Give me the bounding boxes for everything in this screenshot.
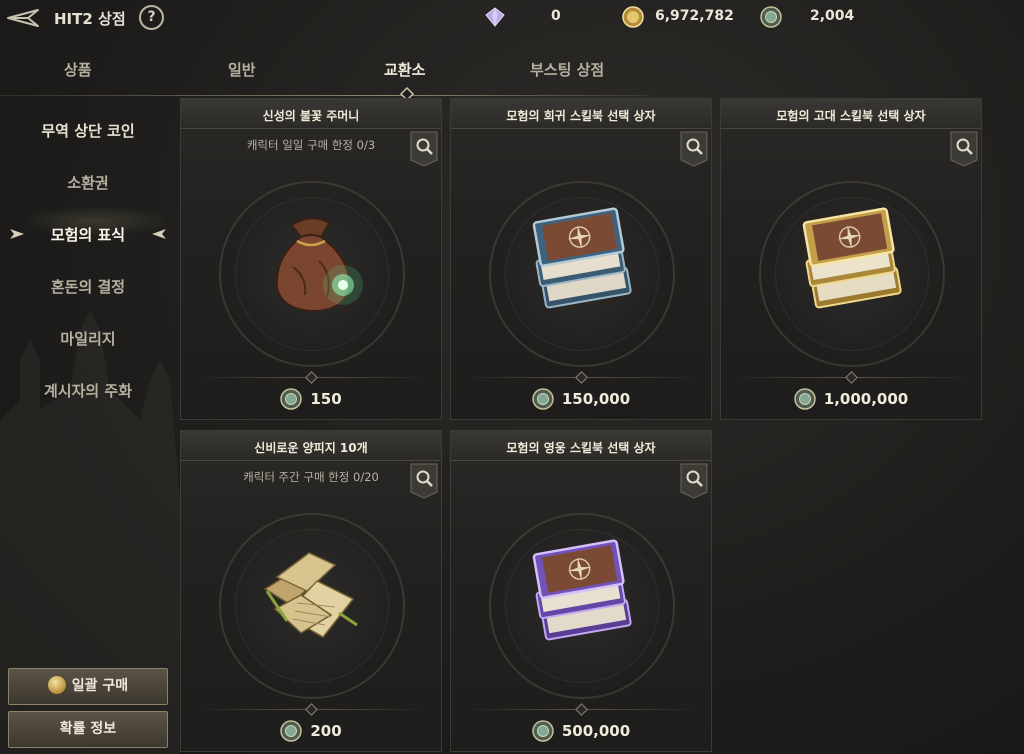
price-row: 150,000 xyxy=(451,388,711,412)
gold-coin-icon xyxy=(47,675,66,694)
price-row: 500,000 xyxy=(451,720,711,744)
product-card[interactable]: 모험의 영웅 스킬북 선택 상자 500,000 xyxy=(450,430,712,752)
back-arrow-icon[interactable] xyxy=(6,6,40,30)
pouch-icon xyxy=(275,217,363,313)
magnifier-icon[interactable] xyxy=(680,131,708,167)
probability-info-button[interactable]: 확률 정보 xyxy=(8,711,168,748)
category-sidebar: 무역 상단 코인 소환권 모험의 표식 혼돈의 결정 마일리지 계시자의 주화 xyxy=(0,96,176,754)
page-title: HIT2 상점 xyxy=(54,10,126,28)
top-bar: HIT2 상점 ? 0 6,972,782 2,004 xyxy=(0,0,1024,36)
sidebar-item-label: 모험의 표식 xyxy=(50,226,126,244)
sidebar-item-chaos-crystal[interactable]: 혼돈의 결정 xyxy=(0,276,176,297)
bulk-buy-label: 일괄 구매 xyxy=(71,678,129,694)
card-header: 모험의 희귀 스킬북 선택 상자 xyxy=(451,99,711,129)
magnifier-icon[interactable] xyxy=(950,131,978,167)
sidebar-item-trade-coin[interactable]: 무역 상단 코인 xyxy=(0,120,176,141)
product-title: 모험의 영웅 스킬북 선택 상자 xyxy=(506,441,656,455)
card-header: 신성의 불꽃 주머니 xyxy=(181,99,441,129)
divider-diamond xyxy=(305,371,318,384)
tab-general[interactable]: 일반 xyxy=(228,59,256,80)
product-title: 모험의 고대 스킬북 선택 상자 xyxy=(776,109,926,123)
arrow-left-icon xyxy=(152,229,166,239)
product-card[interactable]: 모험의 희귀 스킬북 선택 상자 150,000 xyxy=(450,98,712,420)
arrow-right-icon xyxy=(10,229,24,239)
tab-products[interactable]: 상품 xyxy=(64,59,92,80)
card-header: 모험의 영웅 스킬북 선택 상자 xyxy=(451,431,711,461)
exchange-coin-icon xyxy=(760,6,782,28)
help-button[interactable]: ? xyxy=(139,5,164,30)
divider-diamond xyxy=(845,371,858,384)
diamond-amount: 0 xyxy=(551,8,561,24)
gold-skillbook-icon xyxy=(802,207,902,309)
purchase-limit: 캐릭터 일일 구매 한정 0/3 xyxy=(246,138,376,152)
sidebar-item-revealer-coin[interactable]: 계시자의 주화 xyxy=(0,380,176,401)
sidebar-item-summon-ticket[interactable]: 소환권 xyxy=(0,172,176,193)
product-card[interactable]: 모험의 고대 스킬북 선택 상자 1,000,000 xyxy=(720,98,982,420)
magnifier-icon[interactable] xyxy=(410,131,438,167)
product-card[interactable]: 신성의 불꽃 주머니 캐릭터 일일 구매 한정 0/3 150 xyxy=(180,98,442,420)
price-value: 500,000 xyxy=(561,722,631,740)
shop-tabs: 상품 일반 교환소 부스팅 상점 xyxy=(0,52,650,102)
sidebar-item-adventure-mark[interactable]: 모험의 표식 xyxy=(0,224,176,245)
price-value: 150 xyxy=(310,390,342,408)
exchange-coin-icon xyxy=(280,720,303,742)
price-value: 150,000 xyxy=(561,390,631,408)
bulk-buy-button[interactable]: 일괄 구매 xyxy=(8,668,168,705)
tab-boosting-shop[interactable]: 부스팅 상점 xyxy=(530,59,604,80)
sidebar-item-mileage[interactable]: 마일리지 xyxy=(0,328,176,349)
parchment-icon xyxy=(263,552,358,638)
magnifier-icon[interactable] xyxy=(680,463,708,499)
exchange-coin-icon xyxy=(794,388,816,410)
card-header: 모험의 고대 스킬북 선택 상자 xyxy=(721,99,981,129)
magnifier-icon[interactable] xyxy=(410,463,438,499)
exchange-coin-icon xyxy=(280,388,303,410)
divider-diamond xyxy=(575,703,588,716)
purchase-limit: 캐릭터 주간 구매 한정 0/20 xyxy=(243,470,379,484)
card-header: 신비로운 양피지 10개 xyxy=(181,431,441,461)
price-value: 1,000,000 xyxy=(823,390,909,408)
product-title: 신비로운 양피지 10개 xyxy=(254,441,368,455)
blue-skillbook-icon xyxy=(532,207,632,309)
exchange-coin-amount: 2,004 xyxy=(810,8,855,24)
exchange-coin-icon xyxy=(532,720,554,742)
gold-amount: 6,972,782 xyxy=(655,8,734,24)
price-row: 1,000,000 xyxy=(721,388,981,412)
divider-diamond xyxy=(575,371,588,384)
diamond-icon xyxy=(485,7,505,27)
price-row: 150 xyxy=(181,388,441,412)
tab-exchange[interactable]: 교환소 xyxy=(384,59,425,80)
gold-coin-icon xyxy=(622,6,644,28)
product-title: 모험의 희귀 스킬북 선택 상자 xyxy=(506,109,656,123)
product-card[interactable]: 신비로운 양피지 10개 캐릭터 주간 구매 한정 0/20 200 xyxy=(180,430,442,752)
exchange-coin-icon xyxy=(532,388,554,410)
price-value: 200 xyxy=(310,722,342,740)
product-title: 신성의 불꽃 주머니 xyxy=(262,109,360,123)
price-row: 200 xyxy=(181,720,441,744)
divider-diamond xyxy=(305,703,318,716)
purple-skillbook-icon xyxy=(532,539,632,641)
